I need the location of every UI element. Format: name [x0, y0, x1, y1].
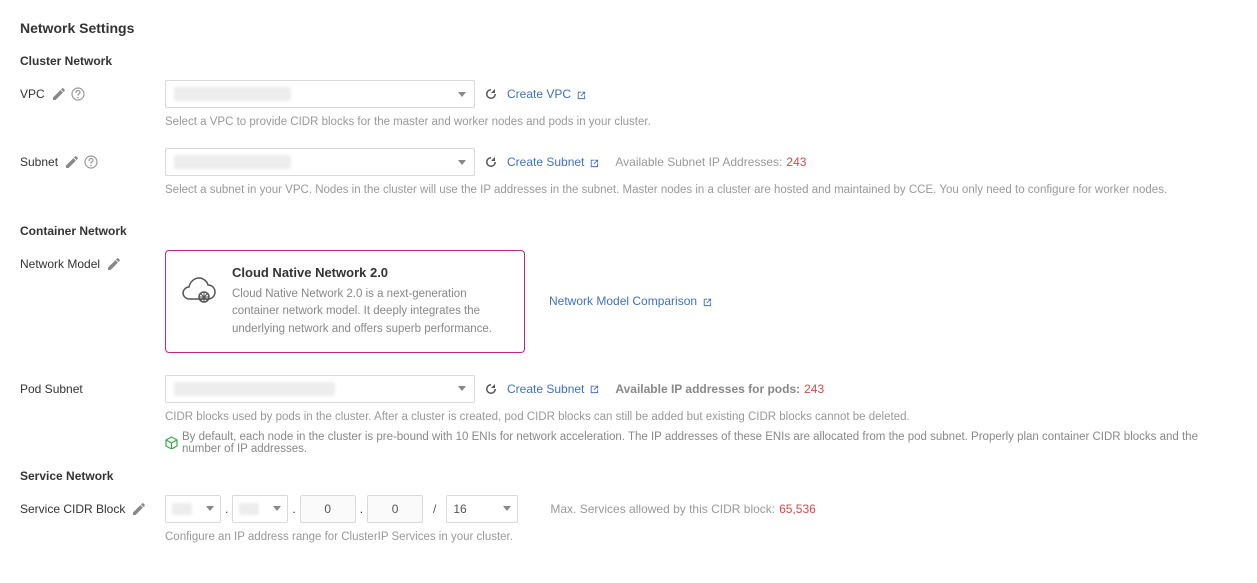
external-link-icon — [588, 383, 599, 394]
network-model-card-title: Cloud Native Network 2.0 — [232, 265, 508, 280]
chevron-down-icon — [458, 386, 466, 391]
service-cidr-label: Service CIDR Block — [20, 495, 165, 516]
pod-available-count: 243 — [804, 382, 824, 396]
subnet-select[interactable] — [165, 148, 475, 176]
cidr-octet-2-value — [239, 503, 259, 515]
chevron-down-icon — [458, 92, 466, 97]
subnet-available-label: Available Subnet IP Addresses:243 — [615, 155, 806, 169]
page-title: Network Settings — [20, 20, 1237, 36]
edit-icon[interactable] — [51, 87, 65, 101]
external-link-icon — [701, 296, 712, 307]
cidr-prefix-select[interactable]: 16 — [446, 495, 518, 523]
section-service-network: Service Network — [20, 469, 1237, 483]
vpc-select[interactable] — [165, 80, 475, 108]
network-model-label: Network Model — [20, 250, 165, 271]
edit-icon[interactable] — [106, 257, 120, 271]
help-icon[interactable] — [84, 155, 98, 169]
help-icon[interactable] — [71, 87, 85, 101]
external-link-icon — [588, 157, 599, 168]
create-subnet-link[interactable]: Create Subnet — [507, 155, 599, 169]
chevron-down-icon — [273, 506, 281, 511]
cidr-octet-4: 0 — [367, 495, 423, 523]
refresh-icon[interactable] — [483, 154, 499, 170]
pod-subnet-help-text: CIDR blocks used by pods in the cluster.… — [165, 411, 1237, 423]
pod-subnet-label: Pod Subnet — [20, 375, 165, 396]
edit-icon[interactable] — [64, 155, 78, 169]
external-link-icon — [575, 89, 586, 100]
network-model-card-desc: Cloud Native Network 2.0 is a next-gener… — [232, 286, 508, 338]
subnet-select-value — [174, 155, 291, 169]
pod-subnet-select-value — [174, 382, 335, 396]
cube-icon — [165, 436, 178, 449]
cidr-prefix-value: 16 — [453, 502, 466, 516]
network-model-comparison-link[interactable]: Network Model Comparison — [549, 294, 712, 308]
create-vpc-link[interactable]: Create VPC — [507, 87, 586, 101]
max-services-count: 65,536 — [779, 502, 816, 516]
refresh-icon[interactable] — [483, 381, 499, 397]
pod-available-label: Available IP addresses for pods:243 — [615, 382, 824, 396]
cloud-globe-icon — [180, 277, 218, 307]
subnet-help-text: Select a subnet in your VPC. Nodes in th… — [165, 184, 1237, 196]
refresh-icon[interactable] — [483, 86, 499, 102]
pod-subnet-tip: By default, each node in the cluster is … — [165, 431, 1237, 455]
section-container-network: Container Network — [20, 224, 1237, 238]
pod-subnet-select[interactable] — [165, 375, 475, 403]
chevron-down-icon — [206, 506, 214, 511]
section-cluster-network: Cluster Network — [20, 54, 1237, 68]
service-cidr-help-text: Configure an IP address range for Cluste… — [165, 531, 1237, 543]
create-subnet-link[interactable]: Create Subnet — [507, 382, 599, 396]
cidr-octet-1-including-value[interactable] — [165, 495, 221, 523]
cidr-octet-1-value — [172, 503, 192, 515]
max-services-label: Max. Services allowed by this CIDR block… — [550, 502, 815, 516]
edit-icon[interactable] — [131, 502, 145, 516]
vpc-label: VPC — [20, 80, 165, 101]
cidr-octet-3: 0 — [300, 495, 356, 523]
cidr-octet-2[interactable] — [232, 495, 288, 523]
vpc-select-value — [174, 87, 291, 101]
subnet-label: Subnet — [20, 148, 165, 169]
chevron-down-icon — [503, 506, 511, 511]
network-model-card[interactable]: Cloud Native Network 2.0 Cloud Native Ne… — [165, 250, 525, 353]
vpc-help-text: Select a VPC to provide CIDR blocks for … — [165, 116, 1237, 128]
chevron-down-icon — [458, 160, 466, 165]
subnet-available-count: 243 — [786, 155, 806, 169]
